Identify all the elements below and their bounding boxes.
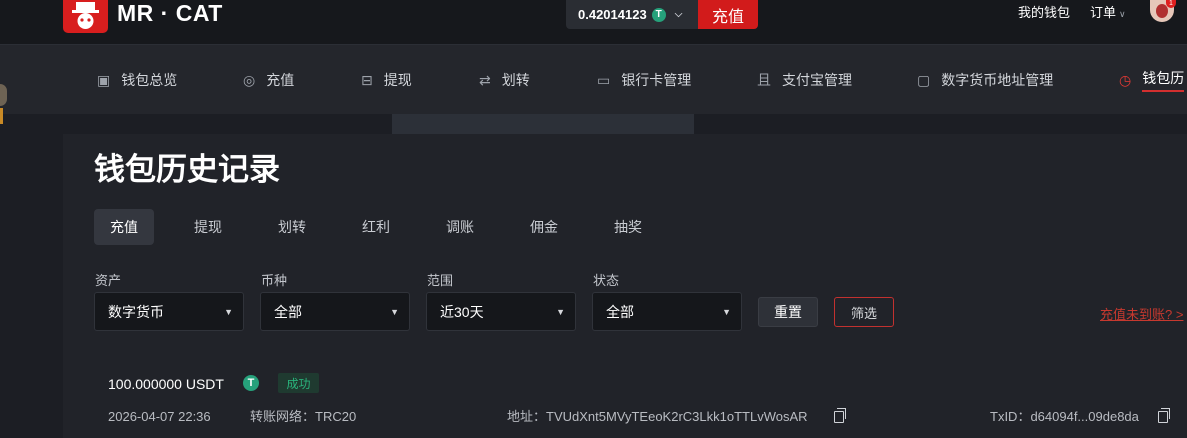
- deposit-button[interactable]: 充值: [698, 0, 758, 29]
- nav-item-label: 支付宝管理: [782, 72, 852, 88]
- alipay-icon: 且: [757, 72, 771, 88]
- balance-selector[interactable]: 0.42014123 T ⌵: [566, 0, 698, 29]
- deposit-not-received-link[interactable]: 充值未到账? >: [1100, 304, 1183, 323]
- record-time: 2026-04-07 22:36: [108, 409, 211, 424]
- nav-item-label: 划转: [501, 72, 530, 88]
- usdt-icon: T: [243, 375, 259, 391]
- range-select-value: 近30天: [440, 303, 484, 320]
- nav-item-wallet-overview[interactable]: ▣ 钱包总览: [97, 45, 177, 115]
- range-filter-label: 范围: [427, 273, 454, 288]
- tab-commission[interactable]: 佣金: [514, 209, 574, 245]
- filter-button[interactable]: 筛选: [834, 297, 894, 327]
- tab-lottery[interactable]: 抽奖: [598, 209, 658, 245]
- status-select[interactable]: 全部 ▼: [592, 292, 742, 331]
- range-select[interactable]: 近30天 ▼: [426, 292, 576, 331]
- page-title: 钱包历史记录: [94, 152, 280, 187]
- wallet-nav: ▣ 钱包总览 ◎ 充值 ⊟ 提现 ⇄ 划转 ▭ 银行卡管理 且 支付宝管理 ▢ …: [0, 44, 1187, 114]
- copy-address-icon[interactable]: [834, 408, 846, 423]
- bank-card-icon: ▭: [597, 71, 611, 88]
- chevron-down-icon: ⌵: [674, 9, 683, 20]
- tab-withdraw[interactable]: 提现: [178, 209, 238, 245]
- balance-amount: 0.42014123: [578, 7, 647, 22]
- chevron-down-icon: ∨: [1119, 9, 1126, 19]
- record-txid: TxID：d64094f...09de8da: [990, 409, 1139, 424]
- orders-label: 订单: [1090, 5, 1117, 20]
- copy-txid-icon[interactable]: [1158, 408, 1170, 423]
- decorative-banner: [392, 114, 694, 134]
- currency-select-value: 全部: [274, 303, 302, 320]
- transfer-icon: ⇄: [479, 71, 491, 88]
- nav-item-crypto-address[interactable]: ▢ 数字货币地址管理: [917, 45, 1053, 115]
- orders-menu[interactable]: 订单 ∨: [1090, 0, 1126, 26]
- status-badge: 成功: [278, 373, 319, 393]
- nav-item-label: 银行卡管理: [621, 72, 692, 88]
- decorative-shape: [0, 108, 3, 124]
- decorative-edge: [0, 84, 8, 124]
- nav-item-withdraw[interactable]: ⊟ 提现: [361, 45, 412, 115]
- caret-down-icon: ▼: [224, 306, 233, 317]
- reset-button[interactable]: 重置: [758, 297, 818, 327]
- tab-bonus[interactable]: 红利: [346, 209, 406, 245]
- brand-logo-icon[interactable]: [63, 0, 108, 33]
- caret-down-icon: ▼: [556, 306, 565, 317]
- nav-item-label: 钱包总览: [121, 72, 178, 88]
- nav-item-deposit[interactable]: ◎ 充值: [243, 45, 294, 115]
- nav-item-transfer[interactable]: ⇄ 划转: [479, 45, 530, 115]
- nav-item-wallet-history[interactable]: ◷ 钱包历: [1119, 45, 1185, 115]
- asset-select-value: 数字货币: [108, 303, 164, 320]
- nav-item-label: 数字货币地址管理: [941, 72, 1054, 88]
- nav-item-label: 充值: [266, 72, 295, 88]
- status-filter-label: 状态: [593, 273, 620, 288]
- currency-filter-label: 币种: [261, 273, 288, 288]
- history-icon: ◷: [1119, 71, 1132, 88]
- tab-transfer[interactable]: 划转: [262, 209, 322, 245]
- record-amount: 100.000000 USDT: [108, 376, 224, 392]
- decorative-shape: [0, 84, 7, 106]
- tab-adjustment[interactable]: 调账: [430, 209, 490, 245]
- withdraw-icon: ⊟: [361, 71, 373, 88]
- my-wallet-link[interactable]: 我的钱包: [1018, 0, 1070, 26]
- crypto-address-icon: ▢: [917, 71, 931, 88]
- tab-deposit[interactable]: 充值: [94, 209, 154, 245]
- nav-item-alipay[interactable]: 且 支付宝管理: [757, 45, 852, 115]
- deposit-icon: ◎: [243, 71, 256, 88]
- currency-select[interactable]: 全部 ▼: [260, 292, 410, 331]
- asset-filter-label: 资产: [95, 273, 122, 288]
- asset-select[interactable]: 数字货币 ▼: [94, 292, 244, 331]
- caret-down-icon: ▼: [390, 306, 399, 317]
- usdt-icon: T: [651, 7, 666, 22]
- brand-name[interactable]: MR · CAT: [117, 0, 223, 26]
- status-select-value: 全部: [606, 303, 634, 320]
- caret-down-icon: ▼: [722, 306, 731, 317]
- nav-item-label: 钱包历: [1142, 68, 1185, 92]
- nav-item-label: 提现: [383, 72, 412, 88]
- nav-item-bank-card[interactable]: ▭ 银行卡管理: [597, 45, 691, 115]
- record-network: 转账网络：TRC20: [250, 409, 357, 424]
- wallet-icon: ▣: [97, 71, 111, 88]
- record-address: 地址：TVUdXnt5MVyTEeoK2rC3Lkk1oTTLvWosAR: [507, 409, 808, 424]
